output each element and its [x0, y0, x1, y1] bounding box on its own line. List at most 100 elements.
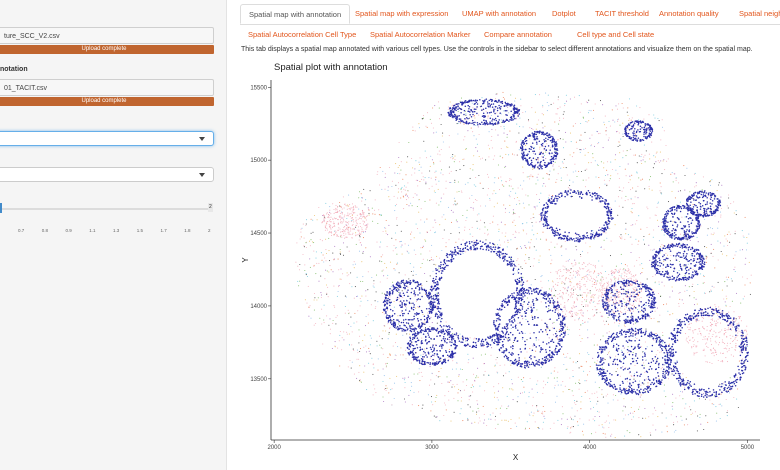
cell-point — [457, 110, 459, 113]
y-axis-label: Y — [241, 257, 250, 263]
cell-point — [430, 316, 432, 318]
cell-point — [742, 298, 744, 300]
tab-spatial-map-with-annotation[interactable]: Spatial map with annotation — [240, 4, 351, 24]
cell-point — [438, 371, 440, 373]
cell-point — [524, 357, 526, 359]
cell-point — [617, 119, 619, 121]
tab-spatial-autocorrelation-cell-type[interactable]: Spatial Autocorrelation Cell Type — [240, 25, 364, 45]
tab-compare-annotation[interactable]: Compare annotation — [476, 25, 560, 45]
cell-point — [510, 178, 512, 180]
cell-point — [525, 402, 527, 404]
cell-point — [418, 368, 420, 370]
tab-umap-with-annotation[interactable]: UMAP with annotation — [454, 4, 544, 24]
file2-input[interactable]: 01_TACIT.csv — [0, 79, 214, 96]
cell-point — [440, 114, 442, 116]
tab-cell-type-and-cell-state[interactable]: Cell type and Cell state — [569, 25, 662, 45]
cell-point — [511, 388, 513, 390]
cell-point — [518, 291, 521, 294]
cell-point — [623, 398, 625, 400]
cell-point — [429, 275, 431, 277]
cell-point — [655, 332, 657, 335]
cell-point — [669, 296, 671, 298]
tab-spatial-autocorrelation-marker[interactable]: Spatial Autocorrelation Marker — [362, 25, 478, 45]
tab-dotplot[interactable]: Dotplot — [544, 4, 584, 24]
cell-point — [721, 329, 723, 331]
cell-point — [342, 254, 345, 256]
tab-spatial-map-with-expression[interactable]: Spatial map with expression — [347, 4, 456, 24]
cell-point — [330, 213, 332, 215]
cell-point — [424, 320, 426, 322]
cell-point — [511, 383, 513, 385]
annotation-select[interactable] — [0, 131, 214, 146]
tab-annotation-quality[interactable]: Annotation quality — [651, 4, 727, 24]
cell-point — [350, 367, 352, 369]
cell-point — [387, 356, 389, 359]
cell-point — [423, 322, 425, 324]
cell-point — [478, 133, 480, 136]
cell-point — [373, 209, 376, 211]
cell-point — [437, 315, 439, 317]
cell-point — [604, 290, 606, 292]
cell-point — [400, 347, 402, 349]
cell-point — [514, 300, 517, 302]
cell-point — [580, 255, 582, 257]
cell-point — [524, 295, 526, 297]
cell-point — [425, 125, 427, 127]
cell-type-select[interactable] — [0, 167, 214, 182]
file1-input[interactable]: ture_SCC_V2.csv — [0, 27, 214, 44]
cell-point — [434, 298, 437, 300]
cell-point — [533, 234, 535, 236]
cell-point — [672, 221, 674, 223]
cell-point — [587, 278, 589, 280]
cell-point — [676, 360, 678, 362]
cell-point — [622, 122, 624, 124]
cell-point — [643, 235, 645, 238]
cell-point — [396, 216, 398, 219]
cell-point — [731, 340, 734, 343]
cell-point — [587, 329, 589, 331]
cell-point — [632, 310, 634, 312]
cell-point — [581, 301, 583, 303]
slider-handle[interactable] — [0, 203, 2, 213]
cell-point — [494, 340, 496, 343]
cell-point — [342, 273, 344, 275]
cell-point — [379, 166, 381, 169]
cell-point — [373, 283, 375, 285]
cell-point — [615, 371, 617, 373]
cell-point — [391, 185, 393, 188]
tab-spatial-neigh[interactable]: Spatial neigh — [731, 4, 780, 24]
cell-point — [581, 296, 584, 298]
cell-point — [713, 320, 715, 322]
cell-point — [516, 283, 518, 285]
cell-point — [492, 221, 494, 223]
cell-point — [451, 254, 453, 257]
cell-point — [499, 331, 501, 333]
cell-point — [305, 223, 307, 225]
cell-point — [671, 369, 673, 371]
cell-point — [728, 348, 730, 350]
cell-point — [373, 367, 375, 369]
cell-point — [646, 206, 648, 208]
cell-point — [462, 250, 465, 253]
cell-point — [696, 321, 698, 323]
point-size-slider[interactable] — [0, 208, 212, 210]
cell-point — [472, 391, 474, 393]
cell-point — [477, 340, 480, 342]
cell-point — [566, 418, 568, 420]
cell-point — [342, 196, 344, 198]
cell-point — [387, 338, 389, 340]
cell-point — [493, 190, 495, 192]
cell-point — [380, 214, 382, 216]
cell-point — [735, 346, 737, 348]
cell-point — [350, 272, 352, 274]
cell-point — [561, 296, 563, 298]
cell-point — [323, 322, 325, 324]
cell-point — [337, 205, 339, 207]
cell-point — [579, 288, 581, 290]
cell-point — [624, 200, 626, 202]
cell-point — [707, 421, 709, 423]
cell-point — [533, 217, 535, 219]
tab-tacit-threshold[interactable]: TACIT threshold — [587, 4, 657, 24]
cell-point — [518, 216, 520, 218]
cell-point — [520, 266, 522, 268]
